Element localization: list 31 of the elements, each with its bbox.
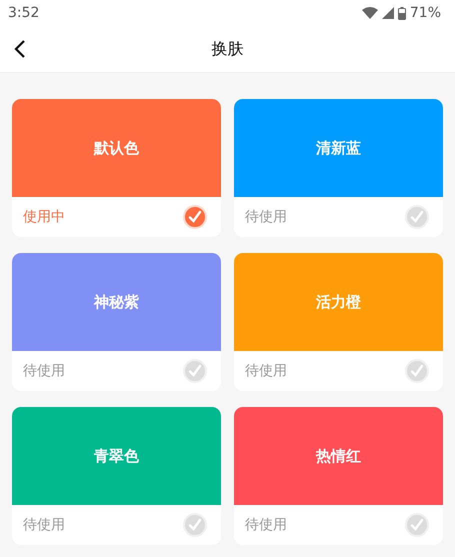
check-icon[interactable]: [405, 513, 429, 537]
skin-name: 默认色: [94, 138, 139, 158]
page-title: 换肤: [212, 38, 244, 60]
status-label: 待使用: [23, 516, 65, 534]
skin-name: 青翠色: [94, 446, 139, 466]
skin-card[interactable]: 清新蓝 待使用: [234, 99, 443, 237]
skin-card[interactable]: 神秘紫 待使用: [12, 253, 221, 391]
check-icon[interactable]: [405, 205, 429, 229]
check-icon[interactable]: [183, 205, 207, 229]
skin-card[interactable]: 热情红 待使用: [234, 407, 443, 545]
skin-name: 活力橙: [316, 292, 361, 312]
skin-name: 神秘紫: [94, 292, 139, 312]
status-label: 待使用: [245, 516, 287, 534]
status-label: 待使用: [245, 208, 287, 226]
check-icon[interactable]: [405, 359, 429, 383]
signal-icon: [382, 7, 394, 19]
wifi-icon: [362, 7, 378, 19]
skin-card[interactable]: 活力橙 待使用: [234, 253, 443, 391]
status-label: 待使用: [23, 362, 65, 380]
battery-icon: [398, 6, 406, 20]
status-label: 待使用: [245, 362, 287, 380]
skin-card[interactable]: 青翠色 待使用: [12, 407, 221, 545]
skin-name: 清新蓝: [316, 138, 361, 158]
skin-card[interactable]: 默认色 使用中: [12, 99, 221, 237]
battery-level: 71%: [410, 5, 441, 21]
status-label: 使用中: [23, 208, 65, 226]
status-time: 3:52: [8, 5, 40, 21]
skin-name: 热情红: [316, 446, 361, 466]
check-icon[interactable]: [183, 513, 207, 537]
check-icon[interactable]: [183, 359, 207, 383]
back-icon[interactable]: [14, 40, 26, 58]
